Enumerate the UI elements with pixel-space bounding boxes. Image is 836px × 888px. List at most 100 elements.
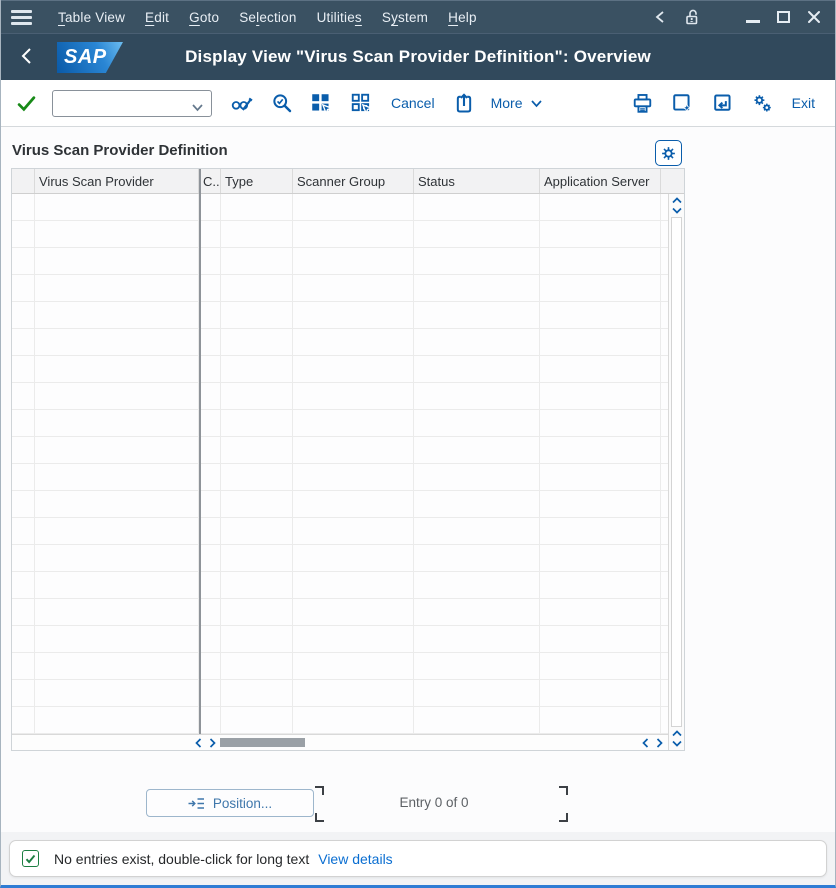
scroll-down-icon[interactable] [672,740,682,747]
table-cell[interactable] [12,707,35,733]
exit-button[interactable]: Exit [792,95,815,111]
table-cell[interactable] [540,572,661,598]
table-cell[interactable] [12,329,35,355]
table-cell[interactable] [221,437,293,463]
table-settings-button[interactable] [655,140,682,166]
table-cell[interactable] [199,356,221,382]
table-cell[interactable] [540,626,661,652]
scroll-up-icon[interactable] [672,730,682,737]
table-cell[interactable] [12,653,35,679]
table-cell[interactable] [414,599,540,625]
table-cell[interactable] [414,707,540,733]
table-cell[interactable] [293,248,414,274]
close-button[interactable] [807,10,821,24]
table-cell[interactable] [540,653,661,679]
vertical-scrollbar[interactable] [668,194,684,750]
table-cell[interactable] [35,410,199,436]
table-cell[interactable] [414,194,540,220]
table-cell[interactable] [221,275,293,301]
table-cell[interactable] [199,707,221,733]
table-cell[interactable] [35,464,199,490]
table-cell[interactable] [35,275,199,301]
table-cell[interactable] [199,545,221,571]
table-cell[interactable] [199,653,221,679]
table-cell[interactable] [35,626,199,652]
table-cell[interactable] [12,599,35,625]
table-cell[interactable] [12,464,35,490]
table-row[interactable] [12,248,668,275]
table-row[interactable] [12,572,668,599]
table-row[interactable] [12,302,668,329]
table-row[interactable] [12,626,668,653]
table-cell[interactable] [221,221,293,247]
table-cell[interactable] [35,680,199,706]
table-cell[interactable] [540,356,661,382]
table-cell[interactable] [12,491,35,517]
table-cell[interactable] [540,302,661,328]
table-cell[interactable] [12,248,35,274]
table-cell[interactable] [414,356,540,382]
table-row[interactable] [12,356,668,383]
print-icon[interactable] [632,93,653,114]
table-cell[interactable] [540,437,661,463]
table-cell[interactable] [35,329,199,355]
table-cell[interactable] [540,599,661,625]
table-cell[interactable] [199,437,221,463]
column-header-c[interactable]: C.. [199,169,221,193]
position-button[interactable]: Position... [146,789,314,817]
table-cell[interactable] [199,383,221,409]
table-row[interactable] [12,383,668,410]
scroll-right-icon[interactable] [656,738,663,748]
select-all-icon[interactable] [311,93,332,114]
table-cell[interactable] [293,680,414,706]
table-cell[interactable] [199,491,221,517]
table-cell[interactable] [12,572,35,598]
table-cell[interactable] [540,410,661,436]
table-cell[interactable] [35,572,199,598]
table-cell[interactable] [293,599,414,625]
maximize-button[interactable] [777,11,790,23]
scroll-left-icon[interactable] [642,738,649,748]
table-cell[interactable] [221,707,293,733]
table-cell[interactable] [540,329,661,355]
table-cell[interactable] [221,491,293,517]
table-cell[interactable] [540,383,661,409]
table-cell[interactable] [414,572,540,598]
table-cell[interactable] [35,194,199,220]
table-cell[interactable] [221,248,293,274]
horizontal-scroll-thumb[interactable] [220,738,305,747]
fixed-column-separator[interactable] [199,169,201,734]
table-cell[interactable] [35,437,199,463]
table-cell[interactable] [199,302,221,328]
view-details-link[interactable]: View details [318,851,392,867]
table-cell[interactable] [221,464,293,490]
table-row[interactable] [12,599,668,626]
table-cell[interactable] [414,302,540,328]
create-shortcut-icon[interactable] [712,93,733,114]
back-icon[interactable] [19,47,33,70]
table-cell[interactable] [199,680,221,706]
command-input[interactable] [52,90,212,117]
table-cell[interactable] [293,572,414,598]
table-cell[interactable] [293,221,414,247]
table-cell[interactable] [12,680,35,706]
table-cell[interactable] [35,518,199,544]
table-cell[interactable] [414,437,540,463]
table-cell[interactable] [199,410,221,436]
column-header-scanner-group[interactable]: Scanner Group [293,169,414,193]
table-cell[interactable] [221,518,293,544]
menu-goto[interactable]: Goto [179,10,229,25]
table-cell[interactable] [293,491,414,517]
table-cell[interactable] [221,329,293,355]
table-cell[interactable] [414,329,540,355]
more-menu-button[interactable]: More [491,95,543,111]
table-cell[interactable] [414,518,540,544]
table-cell[interactable] [12,626,35,652]
table-cell[interactable] [12,275,35,301]
table-cell[interactable] [414,545,540,571]
table-row[interactable] [12,275,668,302]
table-cell[interactable] [414,221,540,247]
table-cell[interactable] [199,194,221,220]
table-row[interactable] [12,437,668,464]
table-cell[interactable] [414,464,540,490]
